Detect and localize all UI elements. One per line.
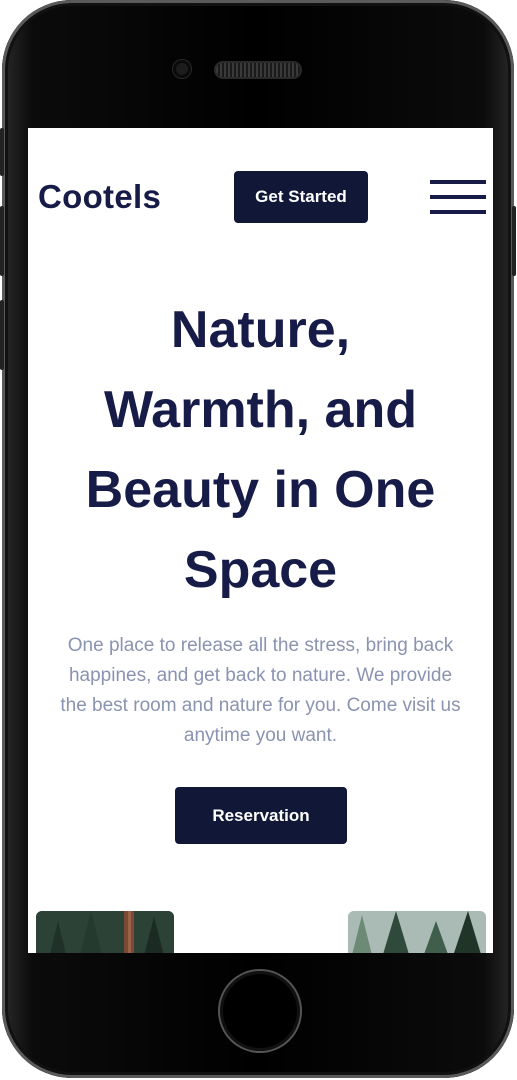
- earpiece-speaker: [216, 63, 300, 77]
- get-started-button[interactable]: Get Started: [234, 171, 368, 223]
- hero-description-line: anytime you want.: [183, 725, 338, 746]
- hero-title-line: Beauty in One: [85, 461, 436, 519]
- volume-down-button: [0, 300, 4, 370]
- hero-title-line: Space: [183, 541, 338, 599]
- brand-logo[interactable]: Cootels: [38, 178, 161, 216]
- hero-title-line: Nature,: [170, 301, 351, 359]
- silent-switch: [0, 128, 4, 176]
- hamburger-menu-icon[interactable]: [430, 180, 486, 214]
- hero-description: One place to release all the stress, bri…: [32, 631, 489, 751]
- hero-description-line: the best room and nature for you. Come v…: [60, 695, 461, 716]
- phone-frame: Cootels Get Started Nature, Warmth, and …: [0, 0, 516, 1078]
- front-camera-icon: [173, 60, 191, 78]
- home-button[interactable]: [220, 971, 300, 1051]
- screen: Cootels Get Started Nature, Warmth, and …: [28, 128, 493, 953]
- hero-title: Nature, Warmth, and Beauty in One Space: [48, 290, 473, 610]
- forest-image-right: [348, 911, 486, 953]
- hero-description-line: happines, and get back to nature. We pro…: [68, 665, 453, 686]
- hero-title-line: Warmth, and: [104, 381, 417, 439]
- volume-up-button: [0, 206, 4, 276]
- reservation-button[interactable]: Reservation: [175, 787, 347, 844]
- hero-description-line: One place to release all the stress, bri…: [67, 635, 454, 656]
- power-button: [512, 206, 516, 276]
- forest-image-left: [36, 911, 174, 953]
